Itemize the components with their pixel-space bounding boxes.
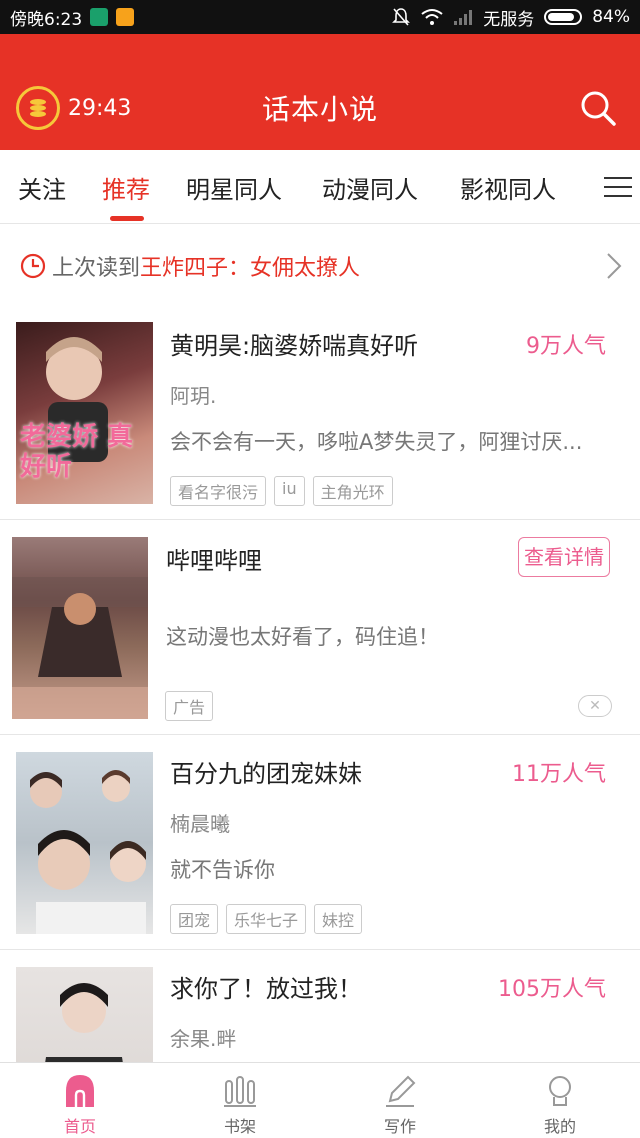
ad-description: 这动漫也太好看了，码住追！	[166, 625, 439, 649]
browser-app-icon	[116, 8, 135, 26]
nav-profile[interactable]: 我的	[480, 1063, 640, 1138]
book-author: 阿玥.	[170, 384, 217, 408]
ad-image	[12, 537, 148, 719]
nav-label: 书架	[223, 1117, 256, 1136]
pen-icon	[386, 1075, 416, 1107]
book-tag[interactable]: 团宠	[170, 904, 219, 934]
book-popularity: 105万人气	[498, 977, 606, 1002]
nav-label: 写作	[383, 1117, 416, 1136]
app-header: 29:43 话本小说	[0, 34, 640, 150]
wifi-icon	[421, 9, 443, 25]
nav-bookshelf[interactable]: 书架	[160, 1063, 320, 1138]
close-icon[interactable]: ✕	[578, 695, 612, 717]
shield-app-icon	[90, 8, 109, 26]
book-title: 求你了！放过我！	[170, 975, 362, 1003]
carrier-text: 无服务	[483, 9, 535, 30]
last-read-label: 上次读到	[52, 256, 141, 281]
tab-film-fanfic[interactable]: 影视同人	[460, 170, 556, 205]
nav-home[interactable]: 首页	[0, 1063, 160, 1138]
app-title: 话本小说	[261, 93, 378, 126]
book-item[interactable]: 百分九的团宠妹妹 11万人气 楠晨曦 就不告诉你 团宠 乐华七子 妹控	[0, 736, 640, 950]
last-read-title: 王炸四子：女佣太撩人	[140, 256, 361, 281]
book-tag[interactable]: 主角光环	[312, 476, 393, 506]
nav-label: 首页	[63, 1117, 96, 1136]
category-tabs: 关注 推荐 明星同人 动漫同人 影视同人	[0, 150, 640, 224]
home-icon	[66, 1075, 94, 1107]
search-icon[interactable]	[578, 88, 618, 128]
book-tags: 看名字很污 iu 主角光环	[170, 476, 393, 506]
book-tag[interactable]: 看名字很污	[170, 476, 267, 506]
tab-celebrity-fanfic[interactable]: 明星同人	[186, 170, 282, 205]
book-tag[interactable]: 乐华七子	[226, 904, 307, 934]
ad-item[interactable]: 哔哩哔哩 查看详情 这动漫也太好看了，码住追！ 广告 ✕	[0, 521, 640, 735]
book-item[interactable]: 求你了！放过我！ 105万人气 余果.畔	[0, 951, 640, 1062]
last-read-bar[interactable]: 上次读到 王炸四子：女佣太撩人	[0, 224, 640, 308]
book-description: 会不会有一天，哆啦A梦失灵了，阿狸讨厌...	[170, 430, 583, 454]
ad-title: 哔哩哔哩	[166, 547, 262, 575]
profile-icon	[549, 1076, 571, 1106]
book-cover	[16, 967, 153, 1062]
nav-write[interactable]: 写作	[320, 1063, 480, 1138]
tab-follow[interactable]: 关注	[18, 170, 66, 205]
book-cover: 老婆娇 真好听	[16, 322, 153, 504]
active-tab-indicator	[110, 216, 144, 221]
bottom-nav: 首页 书架 写作 我的	[0, 1062, 640, 1138]
book-item[interactable]: 老婆娇 真好听 黄明昊:脑婆娇喘真好听 9万人气 阿玥. 会不会有一天，哆啦A梦…	[0, 308, 640, 520]
status-time: 傍晚6:23	[10, 9, 83, 30]
book-author: 余果.畔	[170, 1027, 237, 1051]
view-details-button[interactable]: 查看详情	[518, 537, 610, 577]
mute-icon	[392, 8, 411, 26]
book-author: 楠晨曦	[170, 812, 230, 836]
chevron-right-icon	[607, 253, 622, 279]
book-popularity: 11万人气	[512, 762, 606, 787]
book-tag[interactable]: 妹控	[314, 904, 363, 934]
signal-icon	[454, 10, 473, 25]
nav-label: 我的	[543, 1117, 576, 1136]
battery-percent: 84%	[592, 7, 630, 27]
status-bar: 傍晚6:23 无服务 84%	[0, 0, 640, 34]
book-tags: 团宠 乐华七子 妹控	[170, 904, 363, 934]
menu-icon[interactable]	[604, 176, 632, 198]
book-description: 就不告诉你	[170, 858, 275, 882]
bookshelf-icon	[224, 1076, 256, 1107]
battery-icon	[544, 9, 583, 25]
book-popularity: 9万人气	[526, 334, 606, 359]
cover-text: 老婆娇 真好听	[20, 422, 134, 482]
ad-badge: 广告	[165, 691, 214, 721]
book-title: 黄明昊:脑婆娇喘真好听	[170, 332, 419, 360]
book-tag[interactable]: iu	[274, 476, 305, 506]
clock-icon	[20, 253, 46, 279]
tab-anime-fanfic[interactable]: 动漫同人	[322, 170, 418, 205]
tab-recommend[interactable]: 推荐	[102, 170, 150, 205]
book-title: 百分九的团宠妹妹	[170, 760, 362, 788]
book-cover	[16, 752, 153, 934]
